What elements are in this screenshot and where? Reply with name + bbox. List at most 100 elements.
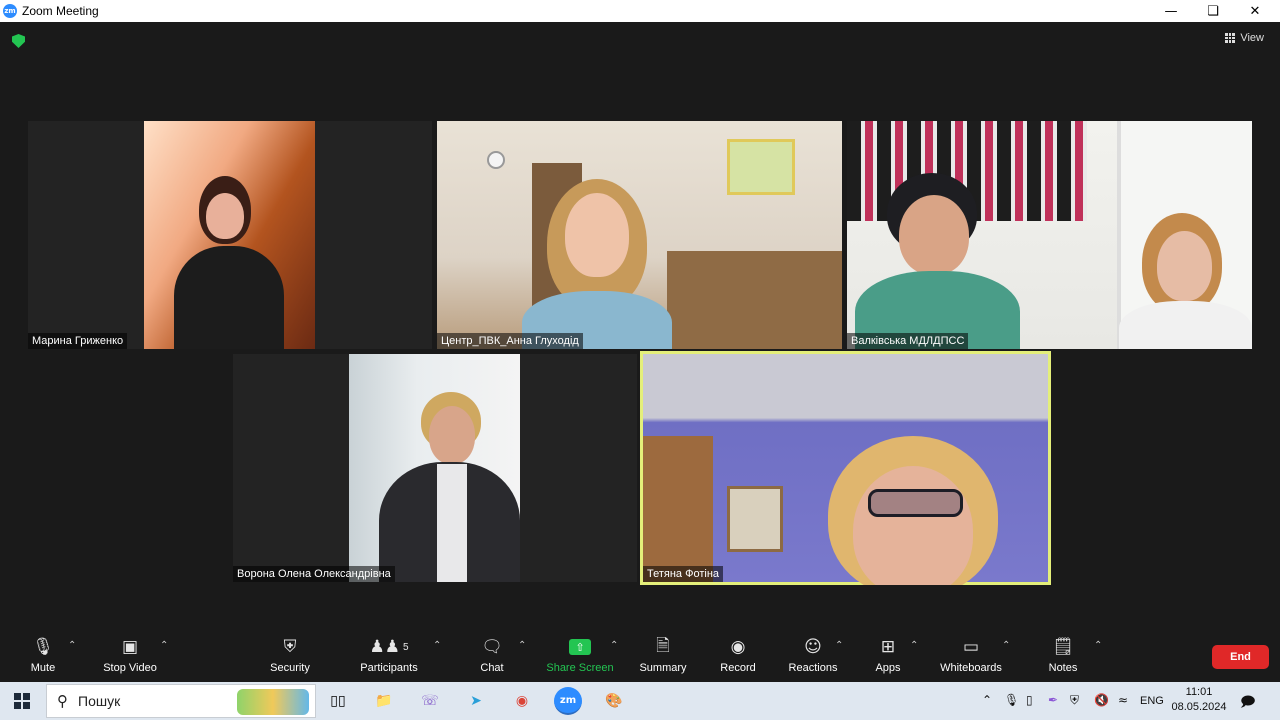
participant-name: Марина Гриженко xyxy=(28,333,128,349)
share-screen-button[interactable]: ⇧ Share Screen xyxy=(546,636,614,674)
windows-start-icon[interactable] xyxy=(14,693,30,709)
video-tile[interactable]: Марина Гриженко xyxy=(28,121,432,349)
participant-video xyxy=(144,121,315,349)
windows-taskbar: ⚲ Пошук ▯▯ 📁 ☏ ➤ ◉ zm 🎨 ⌃ 🎙 ▯ ✒ ⛨ 🔇 ≈ EN… xyxy=(0,682,1280,720)
task-view-icon[interactable]: ▯▯ xyxy=(324,687,352,715)
participant-body xyxy=(1119,301,1252,349)
participant-face xyxy=(429,406,475,464)
view-label: View xyxy=(1240,32,1264,44)
apps-options-chevron-icon[interactable]: ⌃ xyxy=(910,640,918,651)
microphone-tray-icon[interactable]: 🎙 xyxy=(1004,693,1019,707)
video-tile[interactable]: Ворона Олена Олександрівна xyxy=(233,354,637,582)
video-options-chevron-icon[interactable]: ⌃ xyxy=(160,640,168,651)
record-button[interactable]: ◉ Record xyxy=(718,636,758,674)
chat-label: Chat xyxy=(480,662,504,674)
meeting-area: View Марина Гриженко Центр_ПВК_Анна Глух… xyxy=(0,22,1280,632)
stop-video-label: Stop Video xyxy=(103,662,157,674)
search-highlight-image xyxy=(237,689,309,715)
participant-body xyxy=(174,246,284,349)
reactions-button[interactable]: ☺ Reactions xyxy=(788,636,838,674)
wall-picture xyxy=(727,139,795,195)
desk xyxy=(667,251,842,349)
whiteboard-icon: ▭ xyxy=(962,637,980,657)
participants-label: Participants xyxy=(360,662,418,674)
participant-video xyxy=(643,354,1048,585)
notes-icon: 🗒 xyxy=(1052,637,1074,657)
apps-button[interactable]: ⊞ Apps xyxy=(872,636,904,674)
telegram-icon[interactable]: ➤ xyxy=(462,687,490,715)
video-tile[interactable]: Валківська МДЛДПСС xyxy=(847,121,1252,349)
viber-icon[interactable]: ☏ xyxy=(416,687,444,715)
participant-face xyxy=(853,466,973,585)
share-screen-label: Share Screen xyxy=(546,662,614,674)
wardrobe xyxy=(643,436,713,582)
end-meeting-button[interactable]: End xyxy=(1212,645,1269,669)
taskbar-search-box[interactable]: ⚲ Пошук xyxy=(46,684,316,718)
notifications-icon[interactable]: 🗩 xyxy=(1240,691,1256,715)
participants-icon: ♟♟ 5 xyxy=(369,637,409,657)
security-button[interactable]: ⛨ Security xyxy=(267,636,313,674)
chat-button[interactable]: 🗨 Chat xyxy=(478,636,506,674)
restore-icon[interactable]: ❏ xyxy=(1192,0,1234,22)
pen-icon[interactable]: ✒ xyxy=(1048,693,1058,707)
whiteboards-label: Whiteboards xyxy=(940,662,1002,674)
zoom-taskbar-icon[interactable]: zm xyxy=(554,687,582,715)
title-bar: zm Zoom Meeting — ❏ ✕ xyxy=(0,0,1280,22)
language-indicator[interactable]: ENG xyxy=(1140,695,1164,707)
share-options-chevron-icon[interactable]: ⌃ xyxy=(610,640,618,651)
participant-name: Ворона Олена Олександрівна xyxy=(233,566,395,582)
security-shield-icon: ⛨ xyxy=(283,637,297,657)
participant-shirt xyxy=(437,464,467,582)
reactions-label: Reactions xyxy=(788,662,838,674)
microphone-icon: 🎙 xyxy=(32,637,54,657)
apps-icon: ⊞ xyxy=(880,637,896,657)
file-explorer-icon[interactable]: 📁 xyxy=(370,687,398,715)
participant-face xyxy=(206,193,244,239)
mute-button[interactable]: 🎙 Mute xyxy=(28,636,58,674)
whiteboards-options-chevron-icon[interactable]: ⌃ xyxy=(1002,640,1010,651)
summary-button[interactable]: 🗎 Summary xyxy=(638,635,688,675)
participant-face xyxy=(565,193,629,277)
participants-count: 5 xyxy=(402,641,409,653)
show-hidden-icons-chevron-icon[interactable]: ⌃ xyxy=(982,693,992,707)
close-icon[interactable]: ✕ xyxy=(1234,0,1276,22)
summary-label: Summary xyxy=(639,662,687,674)
window-title: Zoom Meeting xyxy=(22,4,99,18)
share-screen-icon: ⇧ xyxy=(569,636,591,658)
participant-glasses xyxy=(868,489,963,517)
paint-icon[interactable]: 🎨 xyxy=(600,687,628,715)
wall-picture xyxy=(727,486,783,552)
volume-muted-icon[interactable]: 🔇 xyxy=(1094,693,1109,707)
chrome-icon[interactable]: ◉ xyxy=(508,687,536,715)
view-button[interactable]: View xyxy=(1225,32,1264,44)
security-tray-icon[interactable]: ⛨ xyxy=(1070,693,1079,708)
minimize-icon[interactable]: — xyxy=(1150,0,1192,22)
stop-video-button[interactable]: ▣ Stop Video xyxy=(100,636,160,674)
notes-button[interactable]: 🗒 Notes xyxy=(1046,636,1080,674)
video-tile[interactable]: Центр_ПВК_Анна Глуходід xyxy=(437,121,842,349)
shield-check-icon[interactable] xyxy=(12,34,25,48)
clock-date: 08.05.2024 xyxy=(1171,701,1227,713)
participant-face xyxy=(899,195,969,275)
record-icon: ◉ xyxy=(730,637,746,657)
whiteboards-button[interactable]: ▭ Whiteboards xyxy=(938,636,1004,674)
mute-options-chevron-icon[interactable]: ⌃ xyxy=(68,640,76,651)
notes-label: Notes xyxy=(1048,662,1078,674)
taskbar-clock[interactable]: 11:01 08.05.2024 xyxy=(1170,685,1228,715)
notes-options-chevron-icon[interactable]: ⌃ xyxy=(1094,640,1102,651)
reactions-options-chevron-icon[interactable]: ⌃ xyxy=(835,640,843,651)
battery-icon[interactable]: ▯ xyxy=(1026,693,1033,707)
zoom-app-icon: zm xyxy=(3,4,17,18)
participants-button[interactable]: ♟♟ 5 Participants xyxy=(358,636,420,674)
apps-label: Apps xyxy=(875,662,901,674)
participant-video xyxy=(847,121,1252,349)
search-icon: ⚲ xyxy=(57,692,68,710)
wifi-icon[interactable]: ≈ xyxy=(1118,693,1128,707)
grid-icon xyxy=(1225,33,1236,43)
summary-icon: 🗎 xyxy=(656,635,670,656)
participants-options-chevron-icon[interactable]: ⌃ xyxy=(433,640,441,651)
video-camera-icon: ▣ xyxy=(121,637,139,657)
chat-options-chevron-icon[interactable]: ⌃ xyxy=(518,640,526,651)
video-tile-active-speaker[interactable]: Тетяна Фотіна xyxy=(640,351,1051,585)
participant-video xyxy=(437,121,842,349)
